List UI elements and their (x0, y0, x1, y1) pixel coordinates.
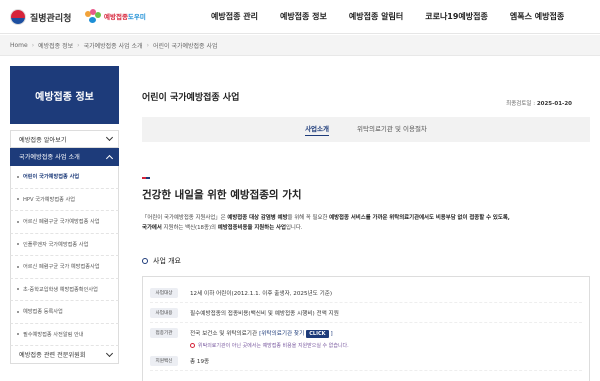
overview-row-vaccines: 지원백신 총 19종 (150, 351, 582, 371)
kdca-logo[interactable]: 질병관리청 (10, 9, 71, 25)
section-headline: 건강한 내일을 위한 예방접종의 가치 (142, 189, 302, 201)
program-description: 「어린이 국가예방접종 지원사업」은 예방접종 대상 감염병 예방을 위해 꼭 … (142, 215, 510, 231)
click-button[interactable]: CLICK (306, 329, 329, 338)
overview-row-target: 사업대상 12세 이하 어린이(2012.1.1. 이후 출생자, 2025년도… (150, 283, 582, 303)
sidebar-item-pre-notice[interactable]: 필수예방접종 사전알림 안내 (10, 323, 119, 346)
chevron-right-icon: › (31, 41, 35, 49)
nav-covid19[interactable]: 코로나19예방접종 (414, 0, 499, 34)
logo-text: 질병관리청 (30, 13, 72, 24)
row-value: 필수예방접종의 접종비용(백신비 및 예방접종 시행비) 전액 지원 (190, 310, 339, 317)
tab-program-intro[interactable]: 사업소개 (305, 117, 329, 142)
breadcrumb-current[interactable]: 어린이 국가예방접종 사업 (153, 41, 218, 50)
sidebar-group-label: 예방접종 관련 전문위원회 (19, 352, 86, 359)
bullet-icon (17, 265, 19, 268)
heading-accent (142, 177, 150, 179)
bullet-icon (17, 288, 19, 291)
bullet-icon (17, 310, 19, 313)
circle-bullet-icon (142, 258, 148, 264)
main-nav: 예방접종 관리 예방접종 정보 예방접종 알림터 코로나19예방접종 엠폭스 예… (200, 0, 575, 34)
nav-vaccination-info[interactable]: 예방접종 정보 (269, 0, 338, 34)
row-label: 지원백신 (150, 355, 178, 366)
tab-clinics-procedure[interactable]: 위탁의료기관 및 이용절차 (357, 117, 427, 142)
accent-blue (146, 177, 150, 179)
overview-heading: 사업 개요 (142, 256, 181, 266)
chevron-right-icon: › (77, 41, 80, 49)
vaccination-helper-logo[interactable]: 예방접종도우미 (84, 8, 146, 24)
overview-row-content: 사업내용 필수예방접종의 접종비용(백신비 및 예방접종 시행비) 전액 지원 (150, 303, 582, 323)
sidebar-item-senior-pneumococcal[interactable]: 어르신 폐렴구균 국가 예방접종사업 (10, 256, 119, 279)
sidebar-item-child[interactable]: 어린이 국가예방접종 사업 (10, 166, 119, 189)
breadcrumb-home[interactable]: Home (10, 42, 28, 49)
bullet-icon (17, 243, 19, 246)
page-title: 어린이 국가예방접종 사업 (142, 93, 240, 103)
nav-mpox[interactable]: 엠폭스 예방접종 (499, 0, 575, 34)
breadcrumb: Home › 예방접종 정보 › 국가예방접종 사업 소개 › 어린이 국가예방… (0, 35, 600, 56)
institution-note: 위탁의료기관이 아닌 곳에서는 예방접종 비용을 지원받으실 수 없습니다. (190, 339, 582, 351)
breadcrumb-program[interactable]: 국가예방접종 사업 소개 (84, 41, 143, 50)
bullet-icon (17, 220, 19, 223)
sidebar-group-learn[interactable]: 예방접종 알아보기 (10, 130, 119, 148)
bullet-icon (17, 333, 19, 336)
bullet-icon (17, 175, 19, 178)
overview-box: 사업대상 12세 이하 어린이(2012.1.1. 이후 출생자, 2025년도… (142, 276, 590, 381)
sidebar-item-registry[interactable]: 예방접종 등록사업 (10, 301, 119, 324)
sidebar-item-influenza[interactable]: 인플루엔자 국가예방접종 사업 (10, 233, 119, 256)
content-tabs: 사업소개 위탁의료기관 및 이용절차 (142, 117, 590, 142)
sidebar-group-program[interactable]: 국가예방접종 사업 소개 (10, 148, 119, 166)
sidebar-item-hpv[interactable]: HPV 국가예방접종 사업 (10, 188, 119, 211)
nav-vaccination-management[interactable]: 예방접종 관리 (200, 0, 269, 34)
sidebar-item-pneumococcal[interactable]: 어르신 폐렴구균 국가예방접종 사업 (10, 211, 119, 234)
row-value: 총 19종 (190, 358, 210, 365)
bullet-icon (17, 198, 19, 201)
sidebar-item-school-check[interactable]: 초·중학교입학생 예방접종확인사업 (10, 278, 119, 301)
breadcrumb-info[interactable]: 예방접종 정보 (38, 41, 73, 50)
row-value: 12세 이하 어린이(2012.1.1. 이후 출생자, 2025년도 기준) (190, 290, 333, 297)
chevron-right-icon: › (146, 41, 149, 49)
sidebar-group-label: 국가예방접종 사업 소개 (19, 154, 80, 161)
row-label: 사업내용 (150, 307, 178, 318)
row-label: 사업대상 (150, 287, 178, 298)
warning-icon (190, 342, 195, 348)
taegeuk-emblem-icon (10, 9, 26, 25)
site-header: 질병관리청 예방접종도우미 예방접종 관리 예방접종 정보 예방접종 알림터 코… (0, 0, 600, 34)
sidebar-group-committee[interactable]: 예방접종 관련 전문위원회 (10, 346, 119, 364)
sidebar-title: 예방접종 정보 (10, 66, 119, 124)
chevron-down-icon (105, 133, 114, 142)
nav-vaccination-notice[interactable]: 예방접종 알림터 (338, 0, 414, 34)
people-icon (84, 8, 102, 24)
find-clinic-link[interactable]: [위탁의료기관 찾기 (259, 331, 304, 337)
chevron-down-icon (105, 349, 114, 357)
sublogo-text: 예방접종도우미 (104, 13, 146, 21)
last-reviewed-date: 최종검토일 : 2025-01-20 (506, 101, 572, 107)
sidebar-group-label: 예방접종 알아보기 (19, 136, 67, 144)
row-label: 접종기관 (150, 328, 178, 338)
row-value: 전국 보건소 및 위탁의료기관 [위탁의료기관 찾기 CLICK] (190, 329, 333, 338)
chevron-up-icon (105, 154, 114, 162)
sidebar: 예방접종 정보 예방접종 알아보기 국가예방접종 사업 소개 어린이 국가예방접… (10, 66, 119, 364)
